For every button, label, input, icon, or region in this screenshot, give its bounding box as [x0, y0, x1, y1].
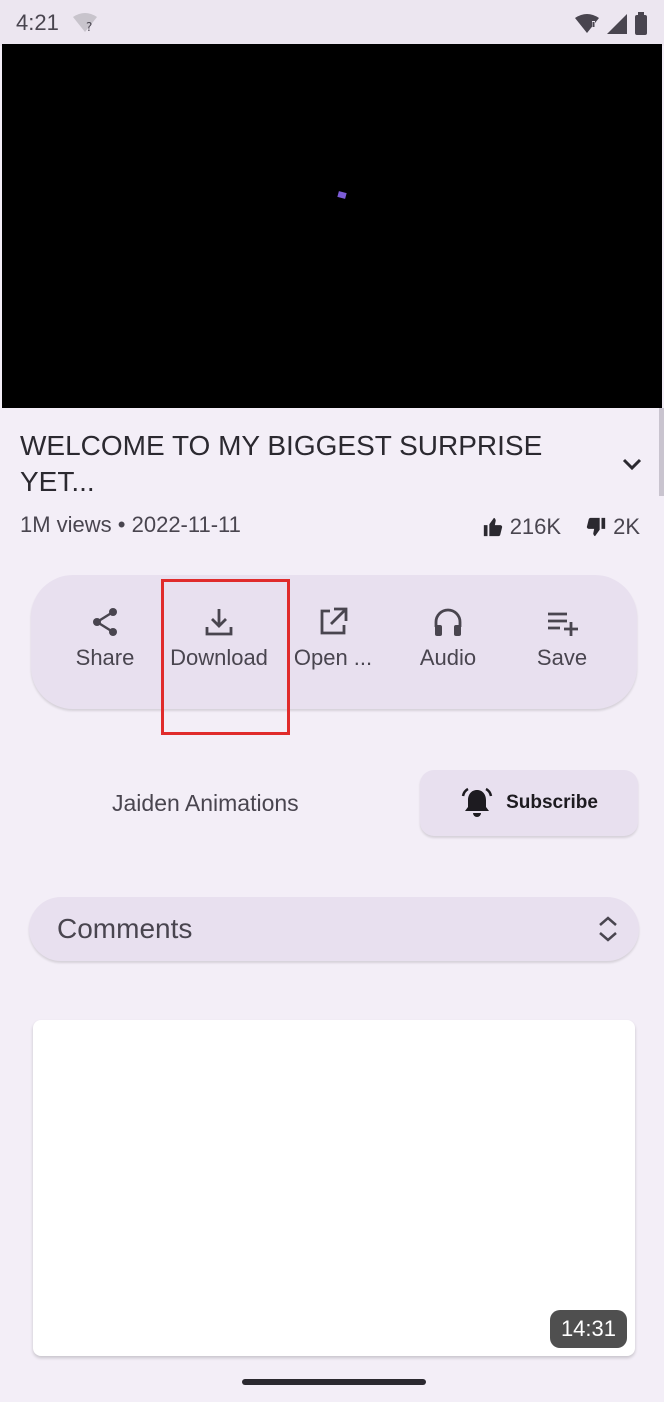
- subscribe-button[interactable]: Subscribe: [420, 770, 638, 836]
- signal-icon: [607, 14, 627, 34]
- expand-description-button[interactable]: [616, 448, 648, 480]
- highlight-annotation: [161, 579, 290, 735]
- like-count: 216K: [509, 514, 562, 539]
- scrollbar[interactable]: [659, 408, 664, 496]
- headphones-icon: [434, 608, 462, 636]
- unfold-icon: [599, 916, 617, 942]
- video-player[interactable]: [2, 44, 662, 408]
- dislikes-group: 2K: [585, 514, 640, 540]
- dislike-count: 2K: [613, 514, 640, 539]
- rating-row: 216K 2K: [482, 514, 640, 540]
- video-meta: 1M views • 2022-11-11: [20, 512, 241, 537]
- save-button[interactable]: Save: [506, 605, 618, 685]
- open-external-icon: [320, 607, 348, 635]
- comments-label: Comments: [57, 913, 193, 944]
- audio-button[interactable]: Audio: [392, 605, 504, 685]
- playlist-add-icon: [548, 612, 578, 636]
- battery-icon: [635, 12, 647, 35]
- gesture-nav-handle[interactable]: [242, 1379, 426, 1385]
- thumbs-down-icon: [586, 517, 606, 537]
- comments-dropdown[interactable]: Comments: [29, 897, 639, 961]
- share-label: Share: [75, 645, 135, 670]
- status-bar: 4:21 ?: [0, 0, 664, 46]
- open-label: Open ...: [293, 645, 373, 670]
- audio-label: Audio: [419, 645, 477, 670]
- open-in-button[interactable]: Open ...: [277, 605, 389, 685]
- svg-text:?: ?: [86, 20, 92, 34]
- subscribe-label: Subscribe: [506, 792, 598, 813]
- save-label: Save: [536, 645, 588, 670]
- loading-indicator: [337, 191, 347, 199]
- share-button[interactable]: Share: [49, 605, 161, 685]
- notification-bell-icon: [461, 787, 493, 817]
- thumbs-up-icon: [483, 517, 502, 537]
- related-video-card[interactable]: 14:31: [33, 1020, 635, 1356]
- action-bar: Share Download Open ... Audio Save: [31, 575, 637, 709]
- likes-group: 216K: [482, 514, 561, 540]
- status-icons: [574, 12, 648, 36]
- status-time: 4:21: [16, 10, 59, 35]
- video-title: WELCOME TO MY BIGGEST SURPRISE YET...: [20, 430, 543, 497]
- chevron-down-icon: [622, 458, 642, 471]
- wifi-unknown-icon: ?: [72, 12, 98, 39]
- share-icon: [93, 608, 117, 636]
- channel-name[interactable]: Jaiden Animations: [112, 790, 299, 817]
- duration-badge: 14:31: [549, 1310, 627, 1348]
- wifi-icon: [575, 14, 599, 33]
